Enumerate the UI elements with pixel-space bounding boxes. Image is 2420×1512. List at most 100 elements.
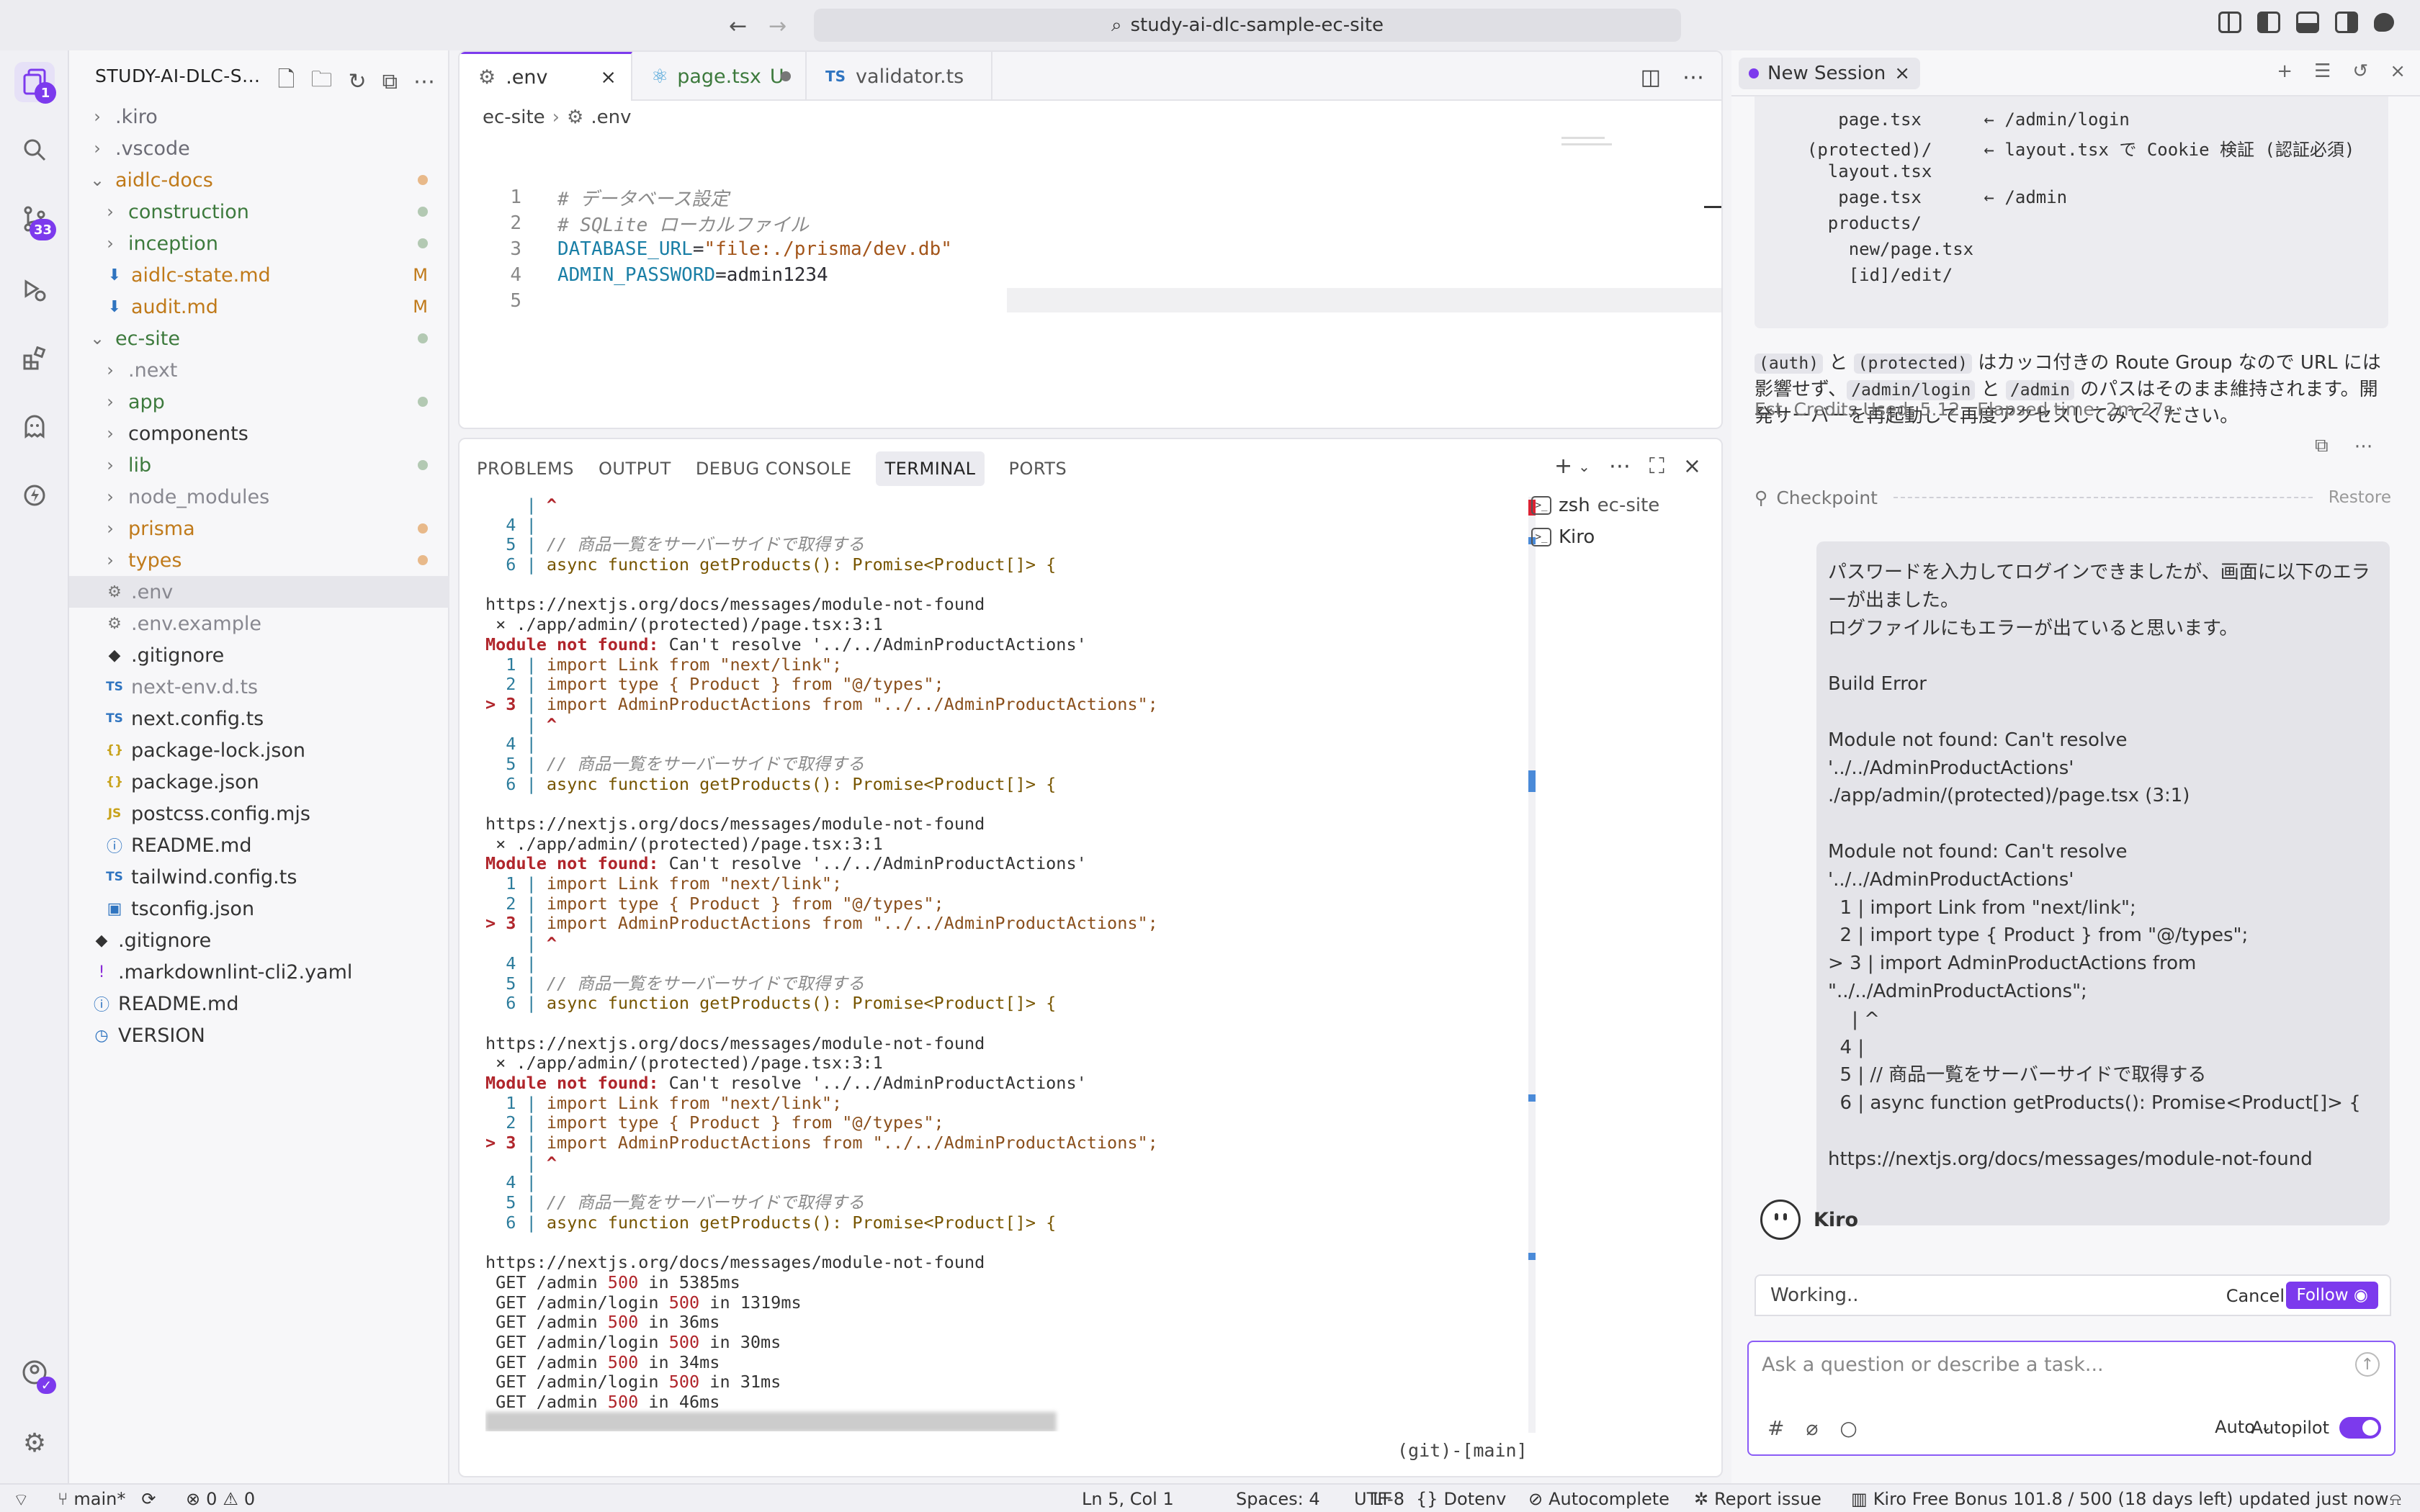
tree-item[interactable]: ▣ tsconfig.json: [69, 893, 449, 924]
send-arrow-icon[interactable]: ↑: [2355, 1352, 2380, 1377]
autopilot-toggle[interactable]: [2339, 1417, 2381, 1439]
tree-item[interactable]: ⓘ README.md: [69, 988, 449, 1020]
refresh-icon[interactable]: ↻: [348, 69, 366, 94]
close-icon[interactable]: ×: [600, 66, 617, 89]
tab-page-tsx[interactable]: ⚛ page.tsx U: [632, 52, 807, 101]
problems-indicator[interactable]: ⊗ 0 ⚠ 0: [186, 1489, 255, 1509]
tab-env[interactable]: ⚙ .env ×: [460, 52, 632, 101]
close-icon[interactable]: ×: [1683, 454, 1701, 479]
tab-terminal[interactable]: TERMINAL: [876, 451, 985, 486]
tree-item[interactable]: ⚙ .env.example: [69, 608, 449, 639]
tab-problems[interactable]: PROBLEMS: [477, 459, 574, 479]
tree-item[interactable]: ! .markdownlint-cli2.yaml: [69, 956, 449, 988]
autocomplete-status[interactable]: ⊘ Autocomplete: [1528, 1489, 1670, 1509]
tree-item[interactable]: › construction: [69, 196, 449, 228]
tree-item[interactable]: {} package.json: [69, 766, 449, 798]
close-icon[interactable]: ×: [2390, 60, 2406, 82]
customize-layout-icon[interactable]: [2218, 12, 2241, 33]
terminal-item-zsh[interactable]: >_ zsh ec-site: [1531, 490, 1718, 521]
collapse-all-icon[interactable]: ⧉: [382, 69, 398, 94]
more-actions-icon[interactable]: ⋯: [413, 69, 435, 94]
session-tab[interactable]: New Session ×: [1739, 58, 1920, 89]
tab-output[interactable]: OUTPUT: [599, 459, 671, 479]
toggle-secondary-sidebar-icon[interactable]: [2335, 12, 2358, 33]
bonus-info[interactable]: ▥ Kiro Free Bonus 101.8 / 500 (18 days l…: [1851, 1489, 2389, 1509]
tree-item[interactable]: › lib: [69, 449, 449, 481]
cancel-button[interactable]: Cancel: [2219, 1283, 2292, 1309]
tree-item[interactable]: › .next: [69, 354, 449, 386]
tree-item[interactable]: ⬇ aidlc-state.md M: [69, 259, 449, 291]
new-file-icon[interactable]: 🗋: [277, 63, 295, 100]
tree-item[interactable]: TS next-env.d.ts: [69, 671, 449, 703]
chat-input[interactable]: [1762, 1354, 2338, 1376]
tree-item[interactable]: ⌄ aidlc-docs: [69, 164, 449, 196]
tree-item[interactable]: › types: [69, 544, 449, 576]
tree-item[interactable]: › inception: [69, 228, 449, 259]
tree-item[interactable]: › prisma: [69, 513, 449, 544]
indentation[interactable]: Spaces: 4: [1236, 1489, 1320, 1509]
tree-item[interactable]: ⓘ README.md: [69, 829, 449, 861]
tree-item[interactable]: ◷ VERSION: [69, 1020, 449, 1051]
chevron-down-icon[interactable]: ⌄: [1578, 458, 1590, 475]
back-arrow-icon[interactable]: ←: [729, 14, 747, 39]
notifications-bell-icon[interactable]: ⍾: [2390, 1489, 2401, 1509]
copy-icon[interactable]: ⧉: [2315, 435, 2329, 457]
tree-item[interactable]: ⌄ ec-site: [69, 323, 449, 354]
toggle-sidebar-icon[interactable]: [2257, 12, 2280, 33]
tree-item[interactable]: ◆ .gitignore: [69, 639, 449, 671]
new-folder-icon[interactable]: 🗀: [310, 63, 332, 100]
mcp-icon[interactable]: [14, 475, 55, 516]
spec-circle-icon[interactable]: ○: [1839, 1416, 1857, 1440]
language-mode[interactable]: {} Dotenv: [1416, 1489, 1506, 1509]
tree-item[interactable]: ⬇ audit.md M: [69, 291, 449, 323]
more-actions-icon[interactable]: ⋯: [2354, 436, 2373, 457]
tree-item[interactable]: › .vscode: [69, 132, 449, 164]
more-actions-icon[interactable]: ⋯: [1682, 65, 1704, 90]
session-list-icon[interactable]: ☰: [2314, 60, 2331, 82]
more-actions-icon[interactable]: ⋯: [1609, 454, 1631, 479]
toggle-panel-icon[interactable]: [2296, 12, 2319, 33]
breadcrumb-file[interactable]: .env: [591, 107, 631, 128]
restore-link[interactable]: Restore: [2329, 488, 2391, 507]
tab-validator-ts[interactable]: TS validator.ts: [807, 52, 992, 101]
tree-item[interactable]: › node_modules: [69, 481, 449, 513]
run-debug-icon[interactable]: [14, 271, 55, 311]
tree-item[interactable]: ◆ .gitignore: [69, 924, 449, 956]
report-issue[interactable]: ✲ Report issue: [1694, 1489, 1821, 1509]
eol[interactable]: LF: [1373, 1489, 1392, 1509]
search-icon[interactable]: [14, 130, 55, 170]
extensions-icon[interactable]: [14, 338, 55, 379]
tree-item[interactable]: › .kiro: [69, 101, 449, 132]
sync-icon[interactable]: ⟳: [141, 1489, 156, 1509]
tree-item[interactable]: {} package-lock.json: [69, 734, 449, 766]
tab-ports[interactable]: PORTS: [1009, 459, 1067, 479]
branch-indicator[interactable]: ⑂ main* ⟳: [58, 1489, 156, 1509]
breadcrumb-folder[interactable]: ec-site: [483, 107, 545, 128]
minimap[interactable]: [1561, 132, 1619, 176]
hash-context-icon[interactable]: #: [1767, 1416, 1784, 1440]
forward-arrow-icon[interactable]: →: [768, 14, 786, 39]
terminal-item-kiro[interactable]: >_ Kiro: [1531, 521, 1718, 553]
tree-item[interactable]: › components: [69, 418, 449, 449]
cursor-position[interactable]: Ln 5, Col 1: [1082, 1489, 1174, 1509]
tree-item[interactable]: TS next.config.ts: [69, 703, 449, 734]
close-icon[interactable]: ×: [1894, 63, 1910, 84]
remote-icon[interactable]: ⌔: [13, 1489, 30, 1511]
tree-item[interactable]: TS tailwind.config.ts: [69, 861, 449, 893]
command-search[interactable]: ⌕ study-ai-dlc-sample-ec-site: [814, 9, 1681, 42]
explorer-icon[interactable]: 1: [14, 62, 56, 104]
terminal-scrollbar[interactable]: [1528, 497, 1536, 1433]
kiro-ghost-icon[interactable]: [14, 408, 55, 448]
terminal-output[interactable]: | ^ 4 | 5 | // 商品一覧をサーバーサイドで取得する 6 | asy…: [485, 495, 1523, 1431]
source-control-icon[interactable]: 33: [14, 199, 56, 240]
chat-icon[interactable]: [2374, 13, 2394, 32]
follow-button[interactable]: Follow ◉: [2286, 1282, 2378, 1309]
history-icon[interactable]: ↺: [2352, 60, 2368, 82]
split-editor-icon[interactable]: ◫: [1641, 65, 1661, 90]
maximize-panel-icon[interactable]: ⛶: [1649, 454, 1664, 479]
tree-item[interactable]: ⚙ .env: [69, 576, 449, 608]
new-session-icon[interactable]: +: [2277, 60, 2293, 82]
settings-gear-icon[interactable]: ⚙: [14, 1423, 55, 1463]
tree-item[interactable]: JS postcss.config.mjs: [69, 798, 449, 829]
account-icon[interactable]: ✓: [14, 1352, 56, 1394]
